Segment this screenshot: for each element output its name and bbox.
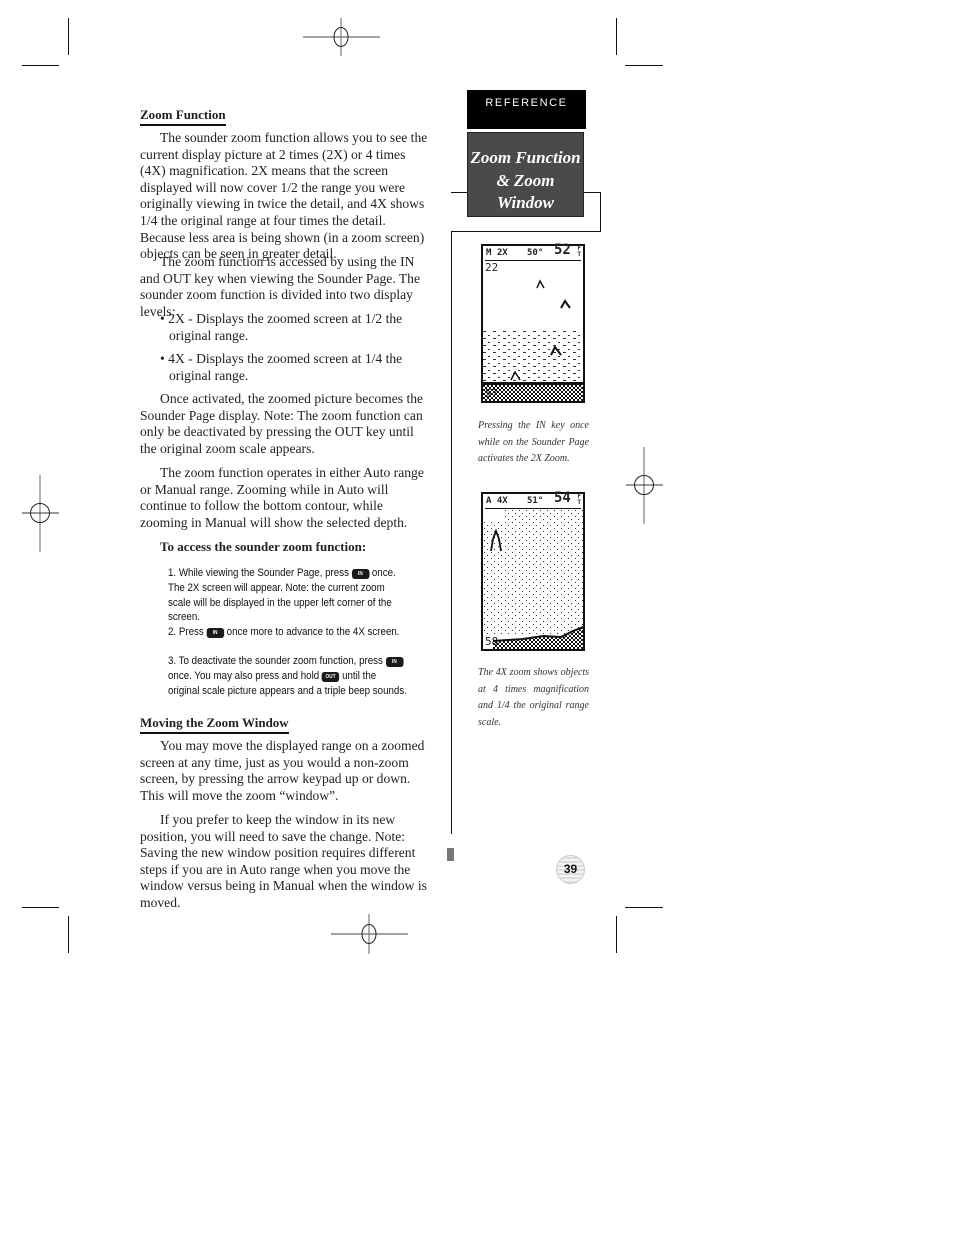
step-1: 1. While viewing the Sounder Page, press… bbox=[168, 566, 409, 625]
paragraph-move-window: You may move the displayed range on a zo… bbox=[140, 738, 425, 803]
sonar-display bbox=[483, 509, 583, 649]
caption-2x: Pressing the IN key once while on the So… bbox=[478, 420, 589, 465]
paragraph-auto-manual: The zoom function operates in either Aut… bbox=[140, 465, 424, 530]
depth-unit: F T bbox=[577, 494, 581, 506]
crop-mark bbox=[22, 65, 59, 66]
crop-mark bbox=[22, 907, 59, 908]
page-number: 39 bbox=[556, 855, 585, 884]
sounder-screen-4x: A 4X 51° 54 F T 40 58 bbox=[481, 490, 585, 651]
registration-mark-bottom bbox=[331, 914, 408, 954]
section-heading-moving-window: Moving the Zoom Window bbox=[140, 714, 289, 734]
sonar-display bbox=[483, 279, 583, 401]
paragraph-save-window: If you prefer to keep the window in its … bbox=[140, 812, 427, 910]
step-text: 2. Press bbox=[168, 626, 204, 638]
crop-mark bbox=[68, 18, 69, 55]
step-text: once more to advance to the 4X screen. bbox=[226, 626, 400, 638]
registration-mark-right bbox=[626, 447, 663, 524]
crop-mark bbox=[625, 65, 663, 66]
step-text: once. You may also press and hold bbox=[168, 669, 320, 682]
water-temp: 50° bbox=[527, 248, 544, 258]
caption-4x: The 4X zoom shows objects at 4 times mag… bbox=[478, 667, 589, 728]
paragraph-activated: Once activated, the zoomed picture becom… bbox=[140, 391, 424, 456]
depth-readout: 54 bbox=[554, 490, 571, 506]
out-key-icon: OUT bbox=[321, 671, 340, 682]
fish-arch bbox=[536, 279, 545, 289]
bullet-2x: • 2X - Displays the zoomed screen at 1/2… bbox=[160, 311, 403, 343]
bullet-4x: • 4X - Displays the zoomed screen at 1/4… bbox=[160, 351, 403, 383]
fish-arch bbox=[560, 299, 571, 309]
registration-mark-left bbox=[22, 475, 59, 552]
in-key-icon: IN bbox=[351, 569, 370, 579]
heading-text: Moving the Zoom Window bbox=[140, 715, 289, 734]
water-temp: 51° bbox=[527, 496, 544, 506]
step-text: 1. While viewing the Sounder Page, press bbox=[168, 567, 349, 579]
unit-bottom: T bbox=[577, 499, 581, 506]
sidebar-title-line: Zoom Function bbox=[470, 148, 581, 167]
section-heading-zoom-function: Zoom Function bbox=[140, 106, 226, 126]
crop-mark bbox=[625, 907, 663, 908]
sidebar-rule bbox=[451, 192, 467, 193]
sidebar-rule bbox=[600, 192, 601, 231]
step-2: 2. Press IN once more to advance to the … bbox=[168, 625, 409, 640]
unit-bottom: T bbox=[577, 251, 581, 258]
screen-status-bar: A 4X 51° 54 F T bbox=[485, 490, 581, 509]
step-text: 3. To deactivate the sounder zoom functi… bbox=[168, 655, 383, 667]
sidebar-rule bbox=[451, 231, 601, 232]
sidebar-title: Zoom Function & Zoom Window bbox=[467, 132, 584, 217]
registration-mark-top bbox=[303, 18, 380, 56]
zoom-mode: M 2X bbox=[486, 248, 508, 258]
paragraph-intro: The sounder zoom function allows you to … bbox=[140, 130, 428, 262]
sidebar-rule bbox=[584, 192, 601, 193]
procedure-heading: To access the sounder zoom function: bbox=[160, 539, 367, 554]
sounder-screen-2x: M 2X 50° 52 F T 22 57 bbox=[481, 242, 585, 403]
step-3: 3. To deactivate the sounder zoom functi… bbox=[168, 654, 409, 698]
depth-unit: F T bbox=[577, 246, 581, 258]
bottom-contour bbox=[483, 385, 583, 401]
in-key-icon: IN bbox=[385, 657, 404, 667]
screen-status-bar: M 2X 50° 52 F T bbox=[485, 242, 581, 261]
page-edge-marker bbox=[447, 848, 454, 861]
sidebar-title-line: Window bbox=[496, 193, 554, 212]
crop-mark bbox=[616, 916, 617, 953]
section-tab-reference: REFERENCE bbox=[467, 90, 586, 129]
in-key-icon: IN bbox=[206, 628, 224, 638]
sidebar-title-line: & Zoom bbox=[496, 170, 555, 190]
heading-text: Zoom Function bbox=[140, 107, 226, 126]
sidebar-rule bbox=[451, 231, 452, 834]
depth-readout: 52 bbox=[554, 242, 571, 258]
crop-mark bbox=[68, 916, 69, 953]
crop-mark bbox=[616, 18, 617, 55]
zoom-mode: A 4X bbox=[486, 496, 508, 506]
